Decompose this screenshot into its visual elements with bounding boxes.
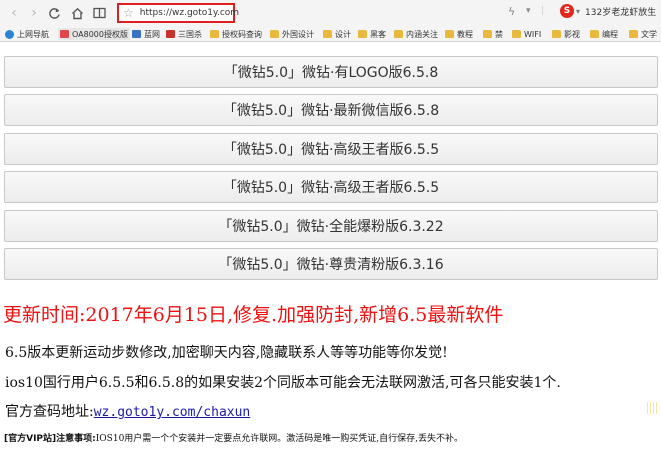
folder-icon xyxy=(445,30,454,38)
bookmark-folder[interactable]: 授权码查询 xyxy=(210,28,262,40)
forward-icon[interactable]: › xyxy=(25,4,43,22)
address-bar[interactable]: ☆ https://wz.goto1y.com xyxy=(117,3,239,23)
user-name: 132岁老龙虾放生 xyxy=(585,7,657,18)
feature-note: 6.5版本更新运动步数修改,加密聊天内容,隐藏联系人等等功能等你发觉! xyxy=(5,345,448,361)
update-headline: 更新时间:2017年6月15日,修复.加强防封,新增6.5最新软件 xyxy=(3,304,504,326)
folder-icon xyxy=(483,30,492,38)
lightning-icon[interactable]: ϟ xyxy=(508,5,515,18)
bookmark-item[interactable]: 上网导航 xyxy=(5,28,49,40)
folder-icon xyxy=(512,30,521,38)
reader-mode-icon[interactable] xyxy=(90,4,108,22)
lookup-link[interactable]: wz.goto1y.com/chaxun xyxy=(94,405,251,420)
decorative-marker xyxy=(647,402,657,414)
bookmark-folder[interactable]: 文学 xyxy=(629,28,657,40)
globe-icon xyxy=(5,29,14,39)
oa-logo-icon xyxy=(60,30,69,38)
address-url: https://wz.goto1y.com xyxy=(139,8,240,18)
folder-icon xyxy=(590,30,599,38)
browser-toolbar: ‹ › ☆ https://wz.goto1y.com ϟ ▾ | S ▾ 13… xyxy=(0,0,661,26)
bookmark-folder[interactable]: 教程 xyxy=(445,28,473,40)
bookmark-star-icon[interactable]: ☆ xyxy=(123,7,134,19)
download-button-king-655-b[interactable]: 「微钻5.0」微钻·高级王者版6.5.5 xyxy=(4,171,658,203)
notice-prefix: [官方VIP站]注意事项: xyxy=(4,434,96,444)
site-icon xyxy=(132,30,141,38)
site-icon xyxy=(166,30,175,38)
notice-line: [官方VIP站]注意事项:IOS10用户需一个个安装并一定要点允许联网。激活码是… xyxy=(4,432,463,446)
back-icon[interactable]: ‹ xyxy=(5,4,23,22)
download-button-wechat-658[interactable]: 「微钻5.0」微钻·最新微信版6.5.8 xyxy=(4,94,658,126)
bookmark-folder[interactable]: 禁 xyxy=(483,28,503,40)
bookmark-folder[interactable]: 内涵关注 xyxy=(394,28,438,40)
bookmark-folder[interactable]: 设计 xyxy=(323,28,351,40)
bookmark-item[interactable]: 蓝网 xyxy=(132,28,160,40)
home-icon[interactable] xyxy=(68,4,86,22)
bookmark-item[interactable]: OA8000授权版 xyxy=(58,28,130,40)
folder-icon xyxy=(358,30,367,38)
download-button-clean-6316[interactable]: 「微钻5.0」微钻·尊贵清粉版6.3.16 xyxy=(4,248,658,280)
bookmark-folder[interactable]: 编程 xyxy=(590,28,618,40)
download-button-logo-658[interactable]: 「微钻5.0」微钻·有LOGO版6.5.8 xyxy=(4,56,658,88)
lookup-label: 官方查码地址: xyxy=(5,404,94,420)
download-button-king-655[interactable]: 「微钻5.0」微钻·高级王者版6.5.5 xyxy=(4,133,658,165)
bookmark-folder[interactable]: 外国设计 xyxy=(270,28,314,40)
download-button-fans-6322[interactable]: 「微钻5.0」微钻·全能爆粉版6.3.22 xyxy=(4,210,658,242)
bookmark-item[interactable]: 三国杀 xyxy=(166,28,202,40)
user-account[interactable]: S ▾ 132岁老龙虾放生 xyxy=(560,4,656,18)
folder-icon xyxy=(394,30,403,38)
sogou-logo-icon: S xyxy=(560,4,574,18)
folder-icon xyxy=(210,30,219,38)
dropdown-chevron-icon[interactable]: ▾ xyxy=(526,6,531,16)
folder-icon xyxy=(552,30,561,38)
toolbar-divider: | xyxy=(541,6,545,16)
ios10-note: ios10国行用户6.5.5和6.5.8的如果安装2个同版本可能会无法联网激活,… xyxy=(5,375,561,391)
refresh-icon[interactable] xyxy=(45,4,63,22)
bookmark-folder[interactable]: WIFI xyxy=(512,28,541,40)
folder-icon xyxy=(629,30,638,38)
notice-text: IOS10用户需一个个安装并一定要点允许联网。激活码是唯一购买凭证,自行保存,丢… xyxy=(95,434,464,444)
bookmark-folder[interactable]: 影视 xyxy=(552,28,580,40)
bookmarks-bar: 上网导航 OA8000授权版 蓝网 三国杀 授权码查询 外国设计 设计 黑客 内… xyxy=(0,26,661,42)
lookup-line: 官方查码地址:wz.goto1y.com/chaxun xyxy=(5,402,250,423)
folder-icon xyxy=(270,30,279,38)
account-dropdown-icon[interactable]: ▾ xyxy=(576,7,580,16)
folder-icon xyxy=(323,30,332,38)
bookmark-folder[interactable]: 黑客 xyxy=(358,28,386,40)
